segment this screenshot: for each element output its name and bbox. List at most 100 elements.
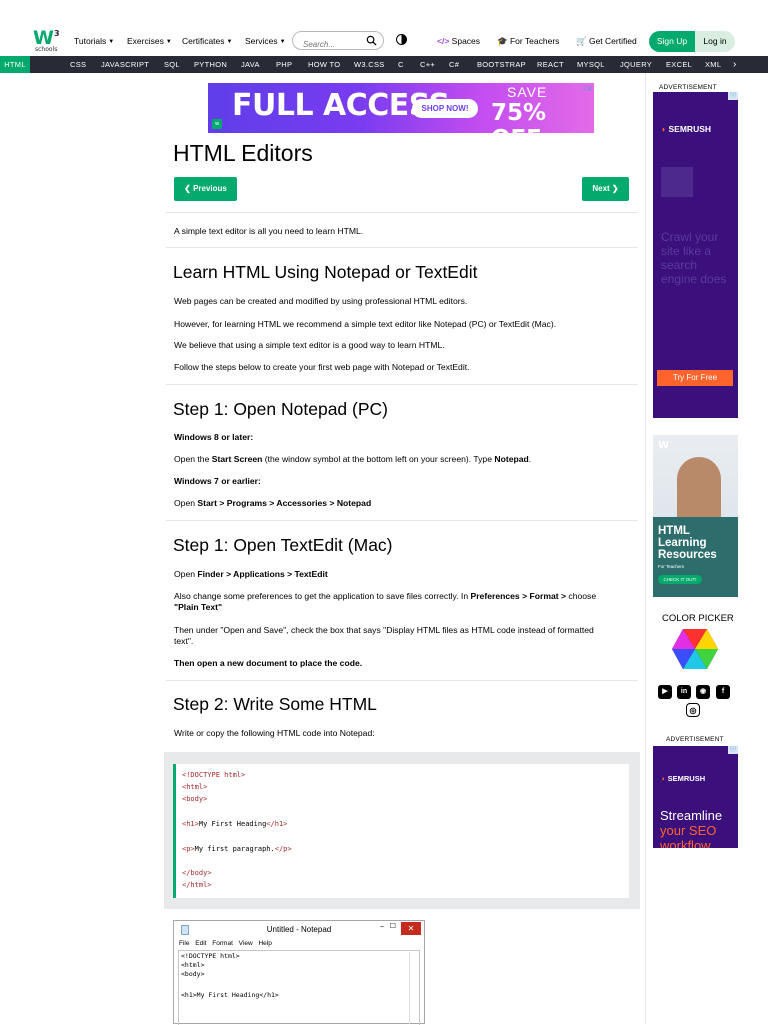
- banner-discount: 75% OFF: [491, 100, 547, 133]
- tutorials-menu[interactable]: Tutorials ▼: [74, 36, 114, 46]
- paragraph: Follow the steps below to create your fi…: [174, 362, 470, 372]
- advertisement-label: ADVERTISEMENT: [659, 84, 717, 91]
- subject-navigation: HTML CSS JAVASCRIPT SQL PYTHON JAVA PHP …: [0, 56, 768, 73]
- heading-learn-html: Learn HTML Using Notepad or TextEdit: [173, 262, 478, 282]
- color-picker-title: COLOR PICKER: [662, 613, 734, 624]
- mac-preferences-text: Also change some preferences to get the …: [174, 591, 597, 601]
- semrush-ad[interactable]: ⓘ ◗ SEMRUSH Crawl your site like a searc…: [653, 92, 738, 418]
- previous-button[interactable]: ❮ Previous: [174, 177, 237, 201]
- notepad-menu: File Edit Format View Help: [179, 940, 272, 947]
- subnav-csharp[interactable]: C#: [449, 56, 459, 73]
- subnav-w3css[interactable]: W3.CSS: [354, 56, 385, 73]
- plain-text-label: "Plain Text": [174, 602, 223, 612]
- caret-down-icon: ▼: [279, 39, 286, 45]
- semrush-logo: ◗ SEMRUSH: [661, 774, 706, 783]
- caret-down-icon: ▼: [108, 39, 115, 45]
- code-block: [173, 764, 629, 898]
- new-document-text: Then open a new document to place the co…: [174, 658, 363, 668]
- subnav-jquery[interactable]: JQUERY: [620, 56, 652, 73]
- graduation-cap-icon: 🎓: [497, 36, 508, 46]
- for-teachers-link[interactable]: 🎓 For Teachers: [497, 36, 559, 47]
- next-button[interactable]: Next ❯: [582, 177, 629, 201]
- top-navigation: W 3 schools Tutorials ▼ Exercises ▼ Certif…: [0, 0, 768, 56]
- promo-banner[interactable]: FULL ACCESS SHOP NOW! SAVE 75% OFF w ⓘX: [208, 83, 594, 133]
- advertisement-label: ADVERTISEMENT: [666, 736, 724, 743]
- code-icon: </>: [437, 36, 450, 46]
- subnav-css[interactable]: CSS: [70, 56, 86, 73]
- ad-close-icon[interactable]: ⓘ: [728, 92, 738, 100]
- html-learning-ad[interactable]: W HTML Learning Resources For Teachers C…: [653, 435, 738, 597]
- heading-step2: Step 2: Write Some HTML: [173, 694, 377, 714]
- search-icon[interactable]: [366, 35, 377, 46]
- divider: [166, 384, 638, 385]
- paragraph: Web pages can be created and modified by…: [174, 296, 468, 306]
- subnav-c[interactable]: C: [398, 56, 404, 73]
- exercises-menu[interactable]: Exercises ▼: [127, 36, 172, 46]
- divider: [166, 212, 638, 213]
- ad-subtext: For Teachers: [658, 564, 685, 569]
- banner-save-text: SAVE: [507, 84, 548, 100]
- certificates-menu[interactable]: Certificates ▼: [182, 36, 232, 46]
- windows7-label: Windows 7 or earlier:: [174, 476, 261, 486]
- linkedin-icon[interactable]: in: [677, 685, 691, 699]
- semrush-flame-icon: ◗: [661, 774, 666, 783]
- windows8-instructions: Open the Start Screen (the window symbol…: [174, 454, 532, 464]
- notepad-line: <h1>My First Heading</h1>: [181, 991, 279, 999]
- color-picker-icon[interactable]: [671, 628, 719, 670]
- subnav-cpp[interactable]: C++: [420, 56, 435, 73]
- close-icon: ✕: [401, 922, 421, 935]
- page-title: HTML Editors: [173, 140, 313, 166]
- subnav-java[interactable]: JAVA: [241, 56, 260, 73]
- subnav-more-arrow-icon[interactable]: ›: [733, 56, 737, 73]
- shop-now-button[interactable]: SHOP NOW!: [412, 99, 478, 118]
- w3schools-logo[interactable]: W 3 schools: [33, 27, 60, 54]
- subnav-javascript[interactable]: JAVASCRIPT: [101, 56, 149, 73]
- code-line: </html>: [182, 881, 212, 889]
- subnav-php[interactable]: PHP: [276, 56, 292, 73]
- code-line: </body>: [182, 869, 212, 877]
- log-in-button[interactable]: Log in: [695, 31, 735, 52]
- youtube-icon[interactable]: ▶: [658, 685, 672, 699]
- subnav-excel[interactable]: EXCEL: [666, 56, 692, 73]
- divider: [166, 520, 638, 521]
- notepad-line: <html>: [181, 961, 205, 969]
- subnav-xml[interactable]: XML: [705, 56, 721, 73]
- windows8-label: Windows 8 or later:: [174, 432, 254, 442]
- w3-badge-icon: w: [212, 119, 222, 129]
- ad-image: [661, 167, 693, 197]
- subnav-howto[interactable]: HOW TO: [308, 56, 340, 73]
- search-input[interactable]: [303, 37, 367, 52]
- subnav-mysql[interactable]: MYSQL: [577, 56, 605, 73]
- notepad-text-area: [178, 950, 420, 1025]
- dark-mode-toggle-icon[interactable]: [396, 34, 407, 45]
- code-line: <html>: [182, 783, 208, 791]
- instagram-icon[interactable]: ◎: [686, 703, 700, 717]
- windows7-instructions: Open Start > Programs > Accessories > No…: [174, 498, 372, 508]
- ad-text: Streamline your SEO workflow: [660, 808, 723, 848]
- caret-down-icon: ▼: [226, 39, 233, 45]
- check-it-out-button[interactable]: CHECK IT OUT!: [658, 575, 702, 584]
- facebook-icon[interactable]: f: [716, 685, 730, 699]
- semrush-flame-icon: ◗: [661, 124, 667, 134]
- notepad-line: <!DOCTYPE html>: [181, 952, 240, 960]
- subnav-react[interactable]: REACT: [537, 56, 564, 73]
- try-free-button[interactable]: Try For Free: [657, 370, 733, 386]
- maximize-icon: ☐: [389, 922, 396, 930]
- spaces-link[interactable]: </> Spaces: [437, 36, 480, 46]
- cart-icon: 🛒: [576, 36, 587, 46]
- ad-close-icon[interactable]: ⓘX: [582, 84, 592, 93]
- minimize-icon: –: [380, 922, 384, 931]
- subnav-sql[interactable]: SQL: [164, 56, 180, 73]
- subnav-html[interactable]: HTML: [0, 56, 30, 73]
- sign-up-button[interactable]: Sign Up: [649, 31, 695, 52]
- subnav-bootstrap[interactable]: BOOTSTRAP: [477, 56, 526, 73]
- mac-instructions: Open Finder > Applications > TextEdit: [174, 569, 328, 579]
- ad-headline: HTML Learning Resources: [658, 525, 717, 561]
- semrush-ad-2[interactable]: ⓘ ◗ SEMRUSH Streamline your SEO workflow: [653, 746, 738, 848]
- ad-close-icon[interactable]: ⓘ: [728, 746, 738, 754]
- get-certified-link[interactable]: 🛒 Get Certified: [576, 36, 637, 47]
- services-menu[interactable]: Services ▼: [245, 36, 286, 46]
- discord-icon[interactable]: ◉: [696, 685, 710, 699]
- subnav-python[interactable]: PYTHON: [194, 56, 227, 73]
- search-box: [292, 31, 384, 52]
